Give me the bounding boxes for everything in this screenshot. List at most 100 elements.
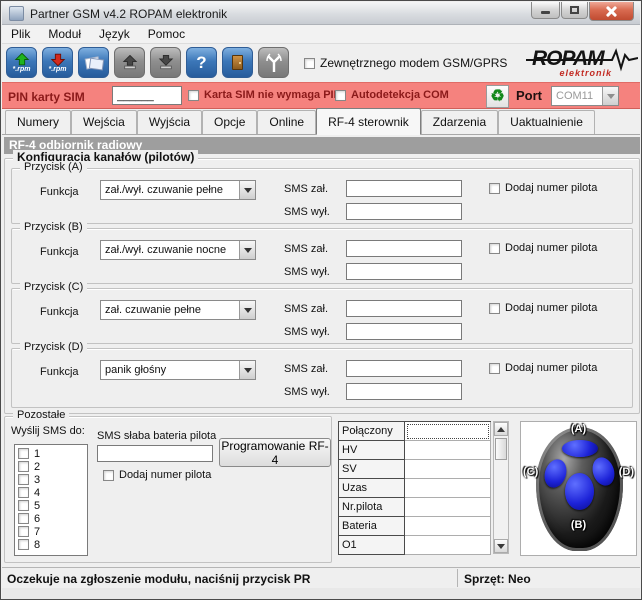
keyfob-label-a: (A) <box>521 423 636 435</box>
channel-a-sms-on-input[interactable] <box>346 180 462 197</box>
row-label: Nr.pilota <box>339 498 405 517</box>
checkbox-icon <box>18 474 29 485</box>
sms-target-list[interactable]: 1 2 3 4 5 6 7 8 <box>14 444 88 556</box>
channel-d-add-pilot-checkbox[interactable]: Dodaj numer pilota <box>489 362 597 374</box>
row-value <box>405 441 491 460</box>
channel-d-function-select[interactable]: panik głośny <box>100 360 256 380</box>
tab-zdarzenia[interactable]: Zdarzenia <box>421 110 498 134</box>
save-rpm-label: *.rpm <box>49 66 67 73</box>
antenna-icon <box>263 52 285 74</box>
tab-numery[interactable]: Numery <box>5 110 71 134</box>
menu-plik[interactable]: Plik <box>2 25 39 43</box>
channel-c-function-select[interactable]: zał. czuwanie pełne <box>100 300 256 320</box>
channel-d-groupbox: Przycisk (D) Funkcja panik głośny SMS za… <box>11 348 633 408</box>
list-item[interactable]: 1 <box>18 447 84 460</box>
channel-c-add-pilot-checkbox[interactable]: Dodaj numer pilota <box>489 302 597 314</box>
table-row: Nr.pilota <box>339 498 491 517</box>
tab-opcje[interactable]: Opcje <box>202 110 257 134</box>
channel-d-sms-off-input[interactable] <box>346 383 462 400</box>
sms-on-label: SMS zał. <box>284 183 328 195</box>
tab-wejscia[interactable]: Wejścia <box>71 110 137 134</box>
list-item-label: 5 <box>34 500 40 512</box>
scroll-up-button[interactable] <box>494 422 508 436</box>
program-rf4-button[interactable]: Programowanie RF-4 <box>219 438 331 467</box>
external-modem-checkbox[interactable]: Zewnętrznego modem GSM/GPRS <box>304 56 507 70</box>
channel-d-title: Przycisk (D) <box>20 341 87 353</box>
port-select[interactable]: COM11 <box>551 86 619 106</box>
checkbox-icon <box>18 526 29 537</box>
menu-modul[interactable]: Moduł <box>39 25 90 43</box>
chevron-down-icon <box>239 181 255 199</box>
table-row: SV <box>339 460 491 479</box>
list-item[interactable]: 6 <box>18 512 84 525</box>
checkbox-icon <box>335 90 346 101</box>
tab-wyjscia[interactable]: Wyjścia <box>137 110 202 134</box>
save-rpm-button[interactable]: *.rpm <box>42 47 73 78</box>
open-rpm-button[interactable]: *.rpm <box>6 47 37 78</box>
documents-button[interactable] <box>78 47 109 78</box>
window-footer <box>2 588 640 599</box>
list-item-label: 2 <box>34 461 40 473</box>
scrollbar-thumb[interactable] <box>495 438 507 460</box>
red-down-arrow-icon <box>50 53 66 66</box>
list-item[interactable]: 5 <box>18 499 84 512</box>
channel-c-sms-on-input[interactable] <box>346 300 462 317</box>
channel-b-sms-off-input[interactable] <box>346 263 462 280</box>
pin-bar: PIN karty SIM Karta SIM nie wymaga PIN A… <box>2 82 640 109</box>
maximize-button[interactable] <box>561 2 588 19</box>
close-button[interactable] <box>589 2 634 21</box>
checkbox-icon <box>18 513 29 524</box>
exit-button[interactable] <box>222 47 253 78</box>
row-label: Połączony <box>339 422 405 441</box>
sms-on-label: SMS zał. <box>284 363 328 375</box>
help-button[interactable]: ? <box>186 47 217 78</box>
app-window: Partner GSM v4.2 ROPAM elektronik Plik M… <box>0 0 642 600</box>
checkbox-icon <box>489 183 500 194</box>
list-item[interactable]: 8 <box>18 538 84 551</box>
channel-a-function-select[interactable]: zał./wył. czuwanie pełne <box>100 180 256 200</box>
channel-b-function-select[interactable]: zał./wył. czuwanie nocne <box>100 240 256 260</box>
minimize-button[interactable] <box>531 2 560 19</box>
status-table: Połączony HV SV Uzas Nr.pilota Bateria O… <box>338 421 491 555</box>
list-item[interactable]: 4 <box>18 486 84 499</box>
chevron-down-icon <box>239 301 255 319</box>
low-battery-sms-input[interactable] <box>97 445 213 462</box>
tab-uaktualnienie[interactable]: Uaktualnienie <box>498 110 595 134</box>
channel-b-add-pilot-checkbox[interactable]: Dodaj numer pilota <box>489 242 597 254</box>
add-pilot-label: Dodaj numer pilota <box>505 182 597 194</box>
pozostale-add-pilot-checkbox[interactable]: Dodaj numer pilota <box>103 469 211 481</box>
channel-a-sms-off-input[interactable] <box>346 203 462 220</box>
list-item[interactable]: 2 <box>18 460 84 473</box>
no-pin-checkbox[interactable]: Karta SIM nie wymaga PIN <box>188 89 342 101</box>
pozostale-title: Pozostałe <box>13 409 69 421</box>
channel-d-sms-on-input[interactable] <box>346 360 462 377</box>
keyfob-button-a-icon <box>562 440 598 457</box>
tab-rf4-sterownik[interactable]: RF-4 sterownik <box>316 108 421 135</box>
channel-d-function-value: panik głośny <box>105 364 237 376</box>
row-value <box>405 422 491 441</box>
menu-jezyk[interactable]: Język <box>90 25 139 43</box>
menu-pomoc[interactable]: Pomoc <box>139 25 194 43</box>
refresh-ports-button[interactable]: ♻ <box>486 85 509 108</box>
channel-b-sms-on-input[interactable] <box>346 240 462 257</box>
scroll-down-button[interactable] <box>494 539 508 553</box>
pin-input[interactable] <box>112 86 182 105</box>
table-scrollbar[interactable] <box>493 421 509 554</box>
channel-b-groupbox: Przycisk (B) Funkcja zał./wył. czuwanie … <box>11 228 633 284</box>
list-item[interactable]: 3 <box>18 473 84 486</box>
list-item[interactable]: 7 <box>18 525 84 538</box>
funkcja-label: Funkcja <box>40 246 79 258</box>
autodetect-label: Autodetekcja COM <box>351 89 449 101</box>
chevron-down-icon <box>239 241 255 259</box>
row-value <box>405 460 491 479</box>
table-row: Bateria <box>339 517 491 536</box>
pin-label: PIN karty SIM <box>8 90 85 104</box>
autodetect-com-checkbox[interactable]: Autodetekcja COM <box>335 89 449 101</box>
channel-c-sms-off-input[interactable] <box>346 323 462 340</box>
row-label: Bateria <box>339 517 405 536</box>
channel-a-add-pilot-checkbox[interactable]: Dodaj numer pilota <box>489 182 597 194</box>
table-row: HV <box>339 441 491 460</box>
tab-online[interactable]: Online <box>257 110 316 134</box>
checkbox-icon <box>18 487 29 498</box>
add-pilot-label: Dodaj numer pilota <box>119 469 211 481</box>
